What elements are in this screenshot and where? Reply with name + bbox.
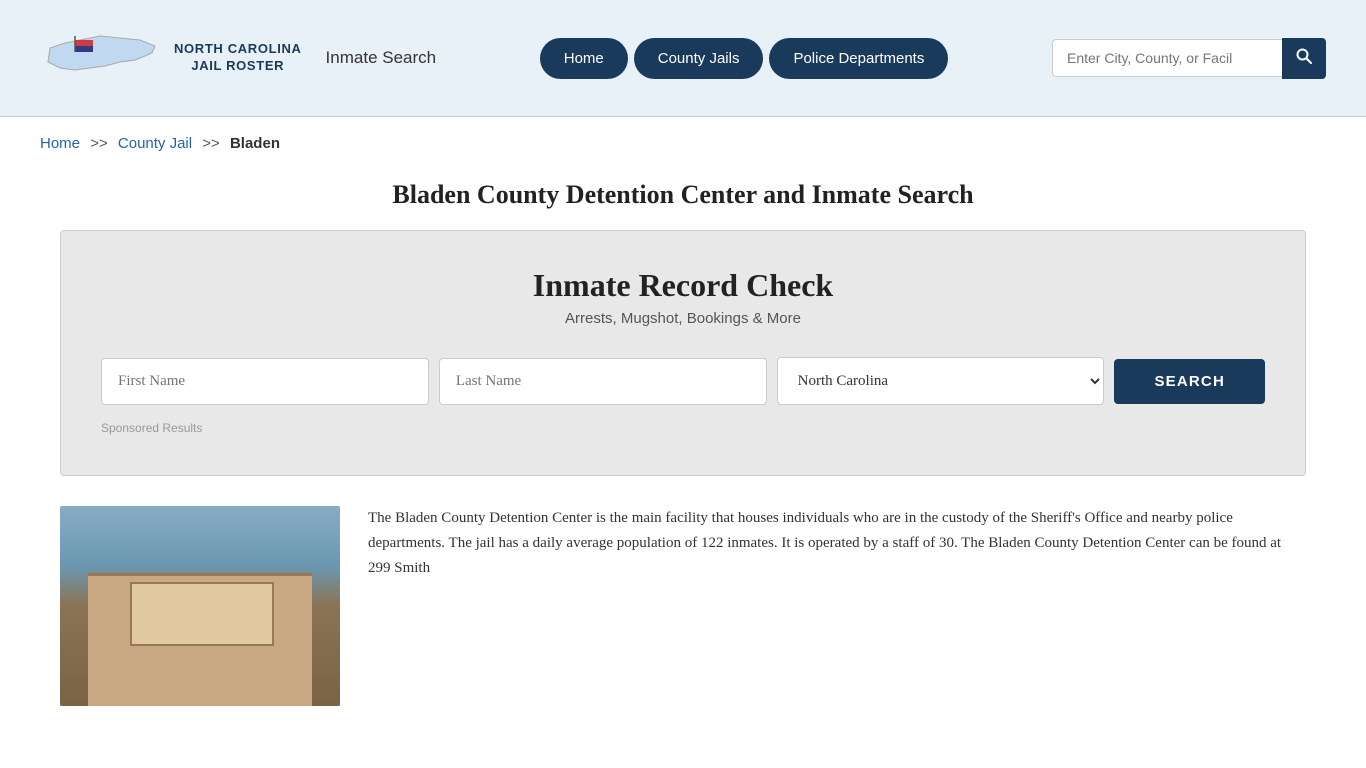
nav-police-departments-button[interactable]: Police Departments — [769, 38, 948, 79]
nav-home-button[interactable]: Home — [540, 38, 628, 79]
record-check-box: Inmate Record Check Arrests, Mugshot, Bo… — [60, 230, 1306, 476]
nc-map-icon — [40, 18, 160, 98]
header-search-area — [1052, 38, 1326, 79]
search-button[interactable]: SEARCH — [1114, 359, 1265, 404]
page-title-area: Bladen County Detention Center and Inmat… — [0, 170, 1366, 230]
site-logo[interactable]: NORTH CAROLINA JAIL ROSTER — [40, 18, 302, 98]
header-search-input[interactable] — [1052, 39, 1282, 77]
breadcrumb-home-link[interactable]: Home — [40, 135, 80, 152]
facility-description: The Bladen County Detention Center is th… — [368, 506, 1306, 706]
main-nav: Home County Jails Police Departments — [540, 38, 949, 79]
breadcrumb-current: Bladen — [230, 135, 280, 152]
breadcrumb-sep2: >> — [202, 135, 220, 152]
logo-text: NORTH CAROLINA JAIL ROSTER — [174, 41, 302, 75]
building-illustration — [60, 506, 340, 706]
sponsored-label: Sponsored Results — [101, 421, 1265, 435]
breadcrumb-county-jail-link[interactable]: County Jail — [118, 135, 192, 152]
inmate-search-label: Inmate Search — [326, 48, 437, 68]
search-icon — [1296, 48, 1312, 64]
breadcrumb: Home >> County Jail >> Bladen — [0, 117, 1366, 170]
content-section: The Bladen County Detention Center is th… — [0, 506, 1366, 746]
state-select[interactable]: AlabamaAlaskaArizonaArkansasCaliforniaCo… — [777, 357, 1105, 405]
record-check-subtitle: Arrests, Mugshot, Bookings & More — [101, 310, 1265, 327]
search-form-row: AlabamaAlaskaArizonaArkansasCaliforniaCo… — [101, 357, 1265, 405]
header: NORTH CAROLINA JAIL ROSTER Inmate Search… — [0, 0, 1366, 117]
header-search-button[interactable] — [1282, 38, 1326, 79]
page-title: Bladen County Detention Center and Inmat… — [40, 180, 1326, 210]
last-name-input[interactable] — [439, 358, 767, 405]
record-check-title: Inmate Record Check — [101, 267, 1265, 304]
breadcrumb-sep1: >> — [90, 135, 108, 152]
facility-image — [60, 506, 340, 706]
nav-county-jails-button[interactable]: County Jails — [634, 38, 764, 79]
first-name-input[interactable] — [101, 358, 429, 405]
